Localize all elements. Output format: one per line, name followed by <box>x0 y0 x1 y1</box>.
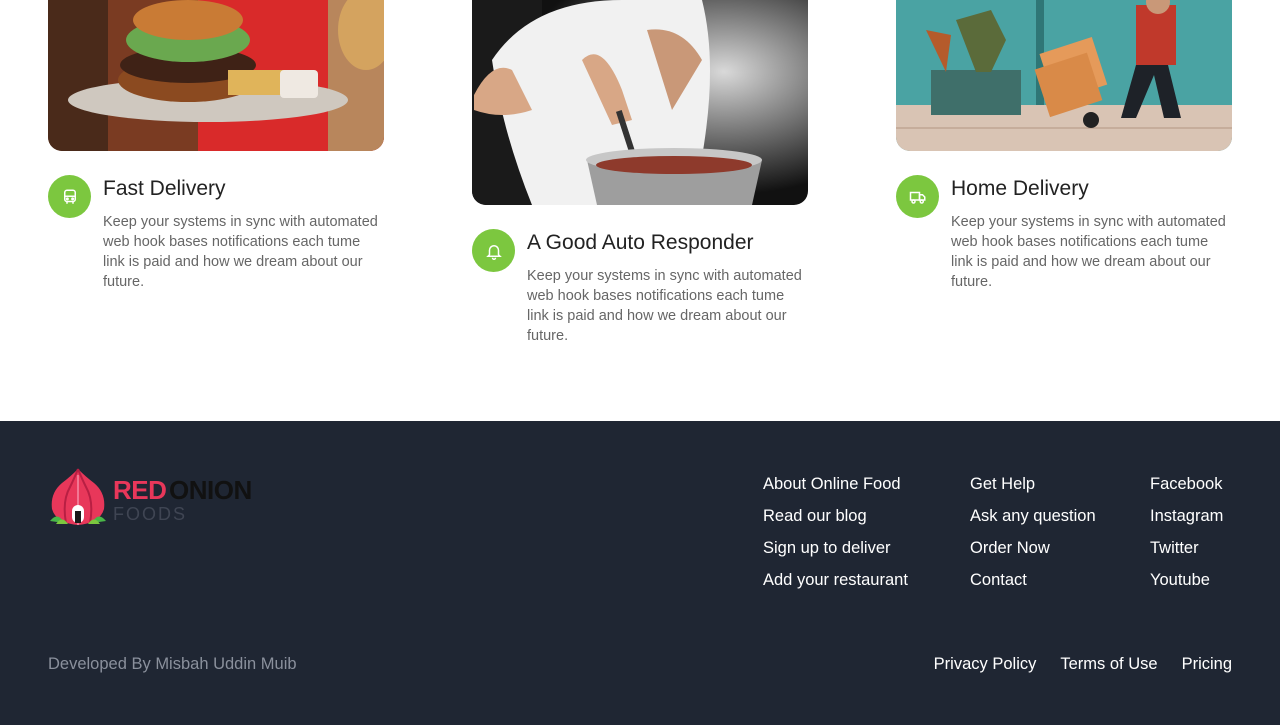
footer-link-get-help[interactable]: Get Help <box>970 468 1096 500</box>
feature-title: Fast Delivery <box>103 177 226 200</box>
footer-link-sign-up-to-deliver[interactable]: Sign up to deliver <box>763 532 908 564</box>
truck-icon <box>896 175 939 218</box>
logo-word-red: RED <box>113 475 167 505</box>
feature-body: A Good Auto Responder Keep your systems … <box>472 229 808 346</box>
feature-card-auto-responder: A Good Auto Responder Keep your systems … <box>472 0 808 346</box>
red-onion-logo[interactable]: RED ONION FOODS <box>48 467 263 529</box>
bus-icon <box>48 175 91 218</box>
feature-title: A Good Auto Responder <box>527 231 754 254</box>
footer-link-ask-any-question[interactable]: Ask any question <box>970 500 1096 532</box>
footer-link-about-online-food[interactable]: About Online Food <box>763 468 908 500</box>
footer-link-twitter[interactable]: Twitter <box>1150 532 1223 564</box>
privacy-policy-link[interactable]: Privacy Policy <box>934 653 1037 675</box>
feature-card-fast-delivery: Fast Delivery Keep your systems in sync … <box>48 0 384 292</box>
feature-card-home-delivery: Home Delivery Keep your systems in sync … <box>896 0 1232 292</box>
feature-body: Fast Delivery Keep your systems in sync … <box>48 175 384 292</box>
onion-logo-icon <box>50 468 106 525</box>
footer-column-social: Facebook Instagram Twitter Youtube <box>1150 468 1223 596</box>
footer-link-youtube[interactable]: Youtube <box>1150 564 1223 596</box>
logo-word-onion: ONION <box>169 475 252 505</box>
footer-column-company: About Online Food Read our blog Sign up … <box>763 468 908 596</box>
terms-of-use-link[interactable]: Terms of Use <box>1060 653 1157 675</box>
feature-description: Keep your systems in sync with automated… <box>951 214 1226 290</box>
legal-links: Privacy Policy Terms of Use Pricing <box>934 653 1232 675</box>
footer-column-help: Get Help Ask any question Order Now Cont… <box>970 468 1096 596</box>
features-section: Fast Delivery Keep your systems in sync … <box>0 0 1280 421</box>
feature-description: Keep your systems in sync with automated… <box>103 214 378 290</box>
footer-link-order-now[interactable]: Order Now <box>970 532 1096 564</box>
burger-plate-photo <box>48 0 384 151</box>
footer-link-instagram[interactable]: Instagram <box>1150 500 1223 532</box>
footer-link-add-your-restaurant[interactable]: Add your restaurant <box>763 564 908 596</box>
bell-icon <box>472 229 515 272</box>
feature-title: Home Delivery <box>951 177 1089 200</box>
site-footer: RED ONION FOODS About Online Food Read o… <box>0 421 1280 725</box>
pricing-link[interactable]: Pricing <box>1182 653 1232 675</box>
feature-description: Keep your systems in sync with automated… <box>527 268 802 344</box>
feature-body: Home Delivery Keep your systems in sync … <box>896 175 1232 292</box>
chef-cooking-photo <box>472 0 808 205</box>
logo-word-foods: FOODS <box>113 504 188 524</box>
footer-link-facebook[interactable]: Facebook <box>1150 468 1223 500</box>
footer-link-read-our-blog[interactable]: Read our blog <box>763 500 908 532</box>
footer-link-contact[interactable]: Contact <box>970 564 1096 596</box>
developer-credit: Developed By Misbah Uddin Muib <box>48 655 297 673</box>
courier-delivery-photo <box>896 0 1232 151</box>
